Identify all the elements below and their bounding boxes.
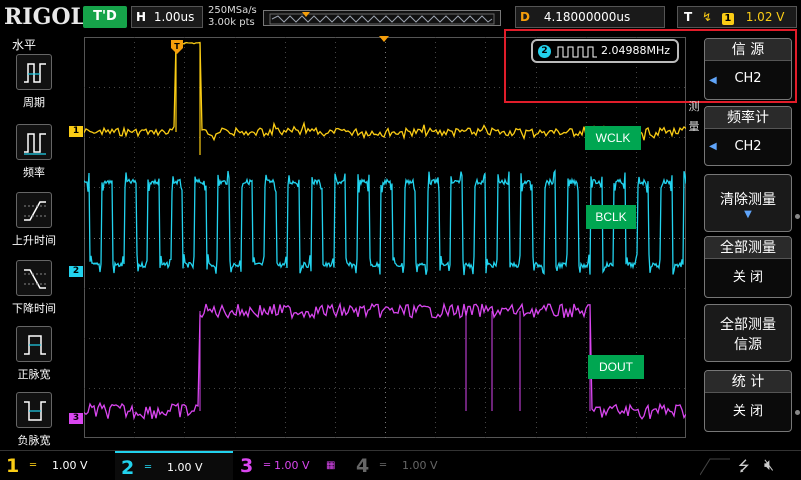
- ch4-status[interactable]: 4 ═ 1.00 V: [350, 451, 460, 480]
- statistics-title: 统 计: [705, 371, 791, 393]
- sidebar-item-negative-width[interactable]: 负脉宽: [4, 392, 64, 456]
- ch3-status[interactable]: 3 ═ 1.00 V ▦: [234, 451, 346, 480]
- counter-arrow-icon: ◀: [709, 141, 717, 152]
- rise-time-button[interactable]: [16, 192, 52, 228]
- sidebar-title: 水平: [12, 38, 37, 52]
- all-measure-source-line2: 信源: [734, 337, 762, 353]
- all-measure-source-line1: 全部测量: [720, 317, 776, 333]
- all-measure-value: 关 闭: [732, 270, 764, 285]
- statistics-button[interactable]: 统 计 关 闭: [704, 370, 792, 432]
- sidebar-item-label: 下降时间: [12, 302, 56, 315]
- usb-icon: ⭍: [738, 459, 750, 475]
- sidebar-item-positive-width[interactable]: 正脉宽: [4, 326, 64, 390]
- all-measure-button[interactable]: 全部测量 关 闭: [704, 236, 792, 298]
- dout-label: DOUT: [588, 355, 644, 379]
- sidebar-item-label: 正脉宽: [17, 368, 51, 381]
- frequency-icon: [24, 133, 46, 155]
- clear-measure-button[interactable]: 清除测量 ▼: [704, 174, 792, 232]
- dc-coupling-icon: ═: [264, 460, 271, 471]
- ch4-scale: 1.00 V: [402, 459, 438, 472]
- all-measure-title: 全部测量: [705, 237, 791, 259]
- ch4-number: 4: [356, 455, 370, 477]
- rising-edge-icon: ↯: [702, 10, 713, 24]
- clear-measure-label: 清除测量: [720, 192, 776, 208]
- trigger-level: 1.02 V: [745, 10, 785, 24]
- ch1-scale: 1.00 V: [52, 459, 88, 472]
- ch3-number: 3: [240, 455, 254, 477]
- positive-width-button[interactable]: [16, 326, 52, 362]
- counter-title: 频率计: [705, 107, 791, 129]
- fall-time-button[interactable]: [16, 260, 52, 296]
- menu-knob-indicator: [795, 214, 800, 219]
- sidebar-item-rise-time[interactable]: 上升时间: [4, 192, 64, 256]
- acquisition-info: 250MSa/s 3.00k pts: [208, 5, 257, 29]
- bclk-label: BCLK: [586, 205, 636, 229]
- source-value: CH2: [734, 71, 762, 86]
- fall-time-icon: [24, 269, 46, 289]
- ch1-number: 1: [6, 455, 20, 477]
- measure-menu: 测 量 信 源 CH2 ◀ 频率计 CH2 ◀ 清除测量 ▼ 全部测量 关 闭 …: [688, 34, 801, 450]
- dc-coupling-icon: ═: [30, 460, 37, 471]
- ch2-scale: 1.00 V: [167, 461, 203, 474]
- positive-width-icon: [24, 335, 46, 355]
- statistics-value: 关 闭: [732, 404, 764, 419]
- wclk-label: WCLK: [585, 126, 641, 150]
- sidebar-item-period[interactable]: 周期: [4, 54, 64, 118]
- clear-measure-down-icon: ▼: [744, 209, 752, 220]
- memory-strip-graphic: [269, 12, 495, 25]
- speaker-mute-icon[interactable]: 🔇︎: [764, 455, 774, 475]
- period-icon: [24, 63, 46, 83]
- measure-sidebar: 水平 周期 频率 上升时间 下降时间 正脉宽 负脉宽: [0, 34, 68, 450]
- trigger-box[interactable]: T ↯ 1 1.02 V: [677, 6, 797, 28]
- negative-width-icon: [24, 401, 46, 421]
- ch2-level-marker[interactable]: 2: [69, 266, 83, 277]
- trigger-label: T: [684, 10, 693, 24]
- delay-label: D: [520, 10, 530, 24]
- counter-menu-button[interactable]: 频率计 CH2 ◀: [704, 106, 792, 166]
- memory-depth: 3.00k pts: [208, 17, 255, 28]
- ch3-level-marker[interactable]: 3: [69, 413, 83, 424]
- negative-width-button[interactable]: [16, 392, 52, 428]
- svg-text:T: T: [174, 42, 180, 51]
- delay-box[interactable]: D 4.18000000us: [515, 6, 665, 28]
- trigger-source: 1: [721, 13, 734, 25]
- timebase-value: 1.00us: [153, 10, 195, 24]
- ch1-level-marker[interactable]: 1: [69, 126, 83, 137]
- run-status-badge[interactable]: T'D: [83, 6, 127, 28]
- sidebar-item-label: 频率: [23, 166, 45, 179]
- delay-value: 4.18000000us: [543, 10, 631, 24]
- brand-logo: RIGOL: [4, 4, 86, 30]
- trigger-marker-icon[interactable]: T: [170, 40, 184, 56]
- rise-time-icon: [24, 201, 46, 221]
- all-measure-source-button[interactable]: 全部测量 信源: [704, 304, 792, 362]
- menu-knob-indicator: [795, 410, 800, 415]
- ch1-status[interactable]: 1 ═ 1.00 V: [0, 451, 112, 480]
- ch3-scale: 1.00 V: [274, 459, 310, 472]
- sidebar-item-label: 负脉宽: [17, 434, 51, 447]
- trigger-position-marker[interactable]: [378, 36, 390, 44]
- source-arrow-icon: ◀: [709, 75, 717, 86]
- timebase-label: H: [136, 10, 147, 24]
- ch3-bandwidth-icon: ▦: [326, 460, 336, 471]
- menu-side-label-1: 测: [688, 100, 700, 113]
- dc-coupling-icon: ═: [380, 460, 387, 471]
- source-menu-button[interactable]: 信 源 CH2 ◀: [704, 38, 792, 100]
- sidebar-item-label: 上升时间: [12, 234, 56, 247]
- counter-value: CH2: [734, 139, 762, 154]
- timebase-box[interactable]: H 1.00us: [131, 6, 203, 28]
- ch2-status[interactable]: 2 ═ 1.00 V: [115, 451, 233, 480]
- source-title: 信 源: [705, 39, 791, 61]
- sample-rate: 250MSa/s: [208, 5, 257, 16]
- frequency-button[interactable]: [16, 124, 52, 160]
- corner-graphic: [700, 458, 730, 476]
- sidebar-item-label: 周期: [23, 96, 45, 109]
- ch2-number: 2: [121, 457, 135, 479]
- dc-coupling-icon: ═: [145, 462, 152, 473]
- menu-side-label-2: 量: [688, 120, 700, 133]
- channel-status-bar: 1 ═ 1.00 V 2 ═ 1.00 V 3 ═ 1.00 V ▦ 4 ═ 1…: [0, 450, 801, 480]
- memory-overview-strip[interactable]: [263, 10, 501, 26]
- sidebar-item-frequency[interactable]: 频率: [4, 124, 64, 188]
- period-button[interactable]: [16, 54, 52, 90]
- sidebar-item-fall-time[interactable]: 下降时间: [4, 260, 64, 324]
